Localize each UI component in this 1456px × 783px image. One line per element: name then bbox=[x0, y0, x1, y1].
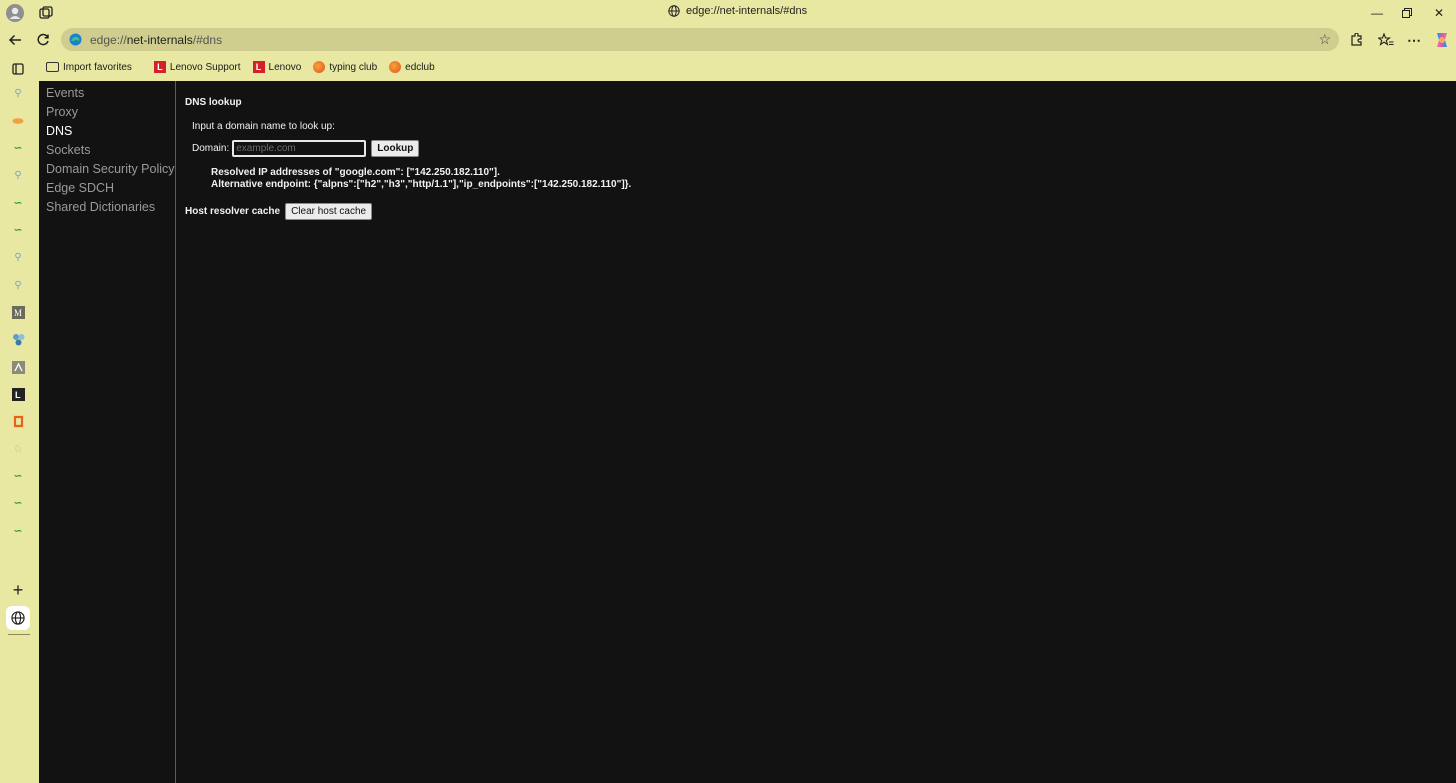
favorite-label: Import favorites bbox=[63, 61, 132, 73]
faded-tab-icon[interactable]: ♘ bbox=[9, 440, 27, 458]
dns-prompt: Input a domain name to look up: bbox=[192, 121, 335, 132]
active-tab-globe[interactable] bbox=[6, 606, 30, 630]
sidebar-divider bbox=[8, 634, 30, 635]
nav-item-proxy[interactable]: Proxy bbox=[39, 103, 175, 122]
new-tab-plus-icon[interactable]: + bbox=[9, 580, 27, 600]
folder-icon bbox=[46, 62, 59, 72]
net-internals-nav: Events Proxy DNS Sockets Domain Security… bbox=[39, 81, 176, 783]
clear-host-cache-button[interactable]: Clear host cache bbox=[285, 203, 373, 220]
favorite-label: typing club bbox=[329, 61, 378, 73]
host-resolver-cache-label: Host resolver cache bbox=[185, 206, 281, 217]
notion-tab-icon[interactable]: L bbox=[9, 385, 27, 403]
address-suffix: /#dns bbox=[192, 32, 223, 47]
svg-text:M: M bbox=[14, 308, 22, 318]
copilot-icon[interactable] bbox=[1432, 30, 1452, 50]
lenovo-l-icon: L bbox=[252, 61, 265, 73]
dns-lookup-heading: DNS lookup bbox=[185, 97, 242, 108]
geeks-tab-icon[interactable]: ∽ bbox=[9, 467, 27, 485]
globe-icon bbox=[11, 611, 25, 625]
favorite-edclub[interactable]: edclub bbox=[389, 61, 435, 73]
host-cache-row: Host resolver cache Clear host cache bbox=[185, 203, 373, 220]
edclub-icon bbox=[389, 61, 402, 73]
tab-actions-icon[interactable] bbox=[9, 60, 27, 78]
address-host: net-internals bbox=[126, 32, 193, 47]
nav-item-dns[interactable]: DNS bbox=[39, 122, 175, 141]
domain-row: Domain: Lookup bbox=[192, 140, 420, 157]
workspaces-icon[interactable] bbox=[36, 3, 56, 23]
domain-input[interactable] bbox=[232, 140, 367, 157]
group-tab-icon[interactable] bbox=[9, 330, 27, 348]
nav-item-edge-sdch[interactable]: Edge SDCH bbox=[39, 179, 175, 198]
svg-text:L: L bbox=[15, 390, 21, 400]
alternative-endpoint-line: Alternative endpoint: {"alpns":["h2","h3… bbox=[211, 179, 632, 190]
favorite-star-icon[interactable]: ☆ bbox=[1318, 31, 1331, 48]
more-menu-icon[interactable]: ⋯ bbox=[1404, 30, 1424, 50]
favorites-icon[interactable] bbox=[1376, 30, 1396, 50]
title-bar: edge://net-internals/#dns — ✕ bbox=[0, 0, 1456, 26]
favorite-lenovo-support[interactable]: L Lenovo Support bbox=[153, 61, 241, 73]
nav-item-events[interactable]: Events bbox=[39, 84, 175, 103]
close-button[interactable]: ✕ bbox=[1424, 4, 1454, 22]
vertical-tabs-sidebar: ⚲ ∽ ⚲ ∽ ∽ ⚲ ⚲ M L ♘ ∽ ∽ ∽ + bbox=[0, 58, 38, 783]
nav-item-sockets[interactable]: Sockets bbox=[39, 141, 175, 160]
lenovo-l-icon: L bbox=[153, 61, 166, 73]
favorite-typing-club[interactable]: typing club bbox=[313, 61, 377, 73]
edge-icon bbox=[69, 33, 82, 46]
geeks-tab-icon[interactable]: ∽ bbox=[9, 194, 27, 212]
favorite-label: Lenovo Support bbox=[169, 61, 241, 73]
address-text[interactable]: edge://net-internals/#dns bbox=[90, 33, 222, 47]
favorite-label: edclub bbox=[405, 61, 435, 73]
geeks-tab-icon[interactable]: ∽ bbox=[9, 522, 27, 540]
domain-label: Domain: bbox=[192, 143, 230, 154]
page-content: Events Proxy DNS Sockets Domain Security… bbox=[39, 81, 1456, 783]
cloud-tab-icon[interactable] bbox=[9, 111, 27, 129]
address-prefix: edge:// bbox=[90, 32, 127, 47]
minimize-button[interactable]: — bbox=[1362, 4, 1392, 22]
address-bar[interactable]: edge://net-internals/#dns ☆ bbox=[61, 28, 1339, 51]
window-title-text: edge://net-internals/#dns bbox=[686, 5, 808, 17]
geeks-tab-icon[interactable]: ∽ bbox=[9, 494, 27, 512]
back-button[interactable] bbox=[4, 29, 26, 51]
refresh-button[interactable] bbox=[32, 29, 54, 51]
office-tab-icon[interactable] bbox=[9, 412, 27, 430]
window-title: edge://net-internals/#dns bbox=[668, 5, 807, 17]
search-tab-icon[interactable]: ⚲ bbox=[9, 84, 27, 102]
lookup-result: Resolved IP addresses of "google.com": [… bbox=[211, 167, 631, 191]
favorite-import[interactable]: Import favorites bbox=[46, 62, 132, 73]
geeks-tab-icon[interactable]: ∽ bbox=[9, 221, 27, 239]
favorite-label: Lenovo bbox=[268, 61, 302, 73]
extensions-icon[interactable] bbox=[1346, 30, 1366, 50]
favorites-bar: Import favorites L Lenovo Support L Leno… bbox=[46, 58, 447, 76]
geeks-tab-icon[interactable]: ∽ bbox=[9, 139, 27, 157]
favorite-lenovo[interactable]: L Lenovo bbox=[252, 61, 302, 73]
globe-icon bbox=[668, 5, 680, 17]
search-tab-icon[interactable]: ⚲ bbox=[9, 276, 27, 294]
profile-icon[interactable] bbox=[5, 3, 25, 23]
medium-tab-icon[interactable]: M bbox=[9, 303, 27, 321]
app-tab-icon[interactable] bbox=[9, 358, 27, 376]
resolved-ip-line: Resolved IP addresses of "google.com": [… bbox=[211, 167, 500, 178]
nav-item-domain-security-policy[interactable]: Domain Security Policy bbox=[39, 160, 175, 179]
search-tab-icon[interactable]: ⚲ bbox=[9, 166, 27, 184]
lookup-button[interactable]: Lookup bbox=[371, 140, 420, 157]
maximize-button[interactable] bbox=[1392, 4, 1422, 22]
typing-club-icon bbox=[313, 61, 326, 73]
search-tab-icon[interactable]: ⚲ bbox=[9, 248, 27, 266]
nav-item-shared-dictionaries[interactable]: Shared Dictionaries bbox=[39, 198, 175, 217]
